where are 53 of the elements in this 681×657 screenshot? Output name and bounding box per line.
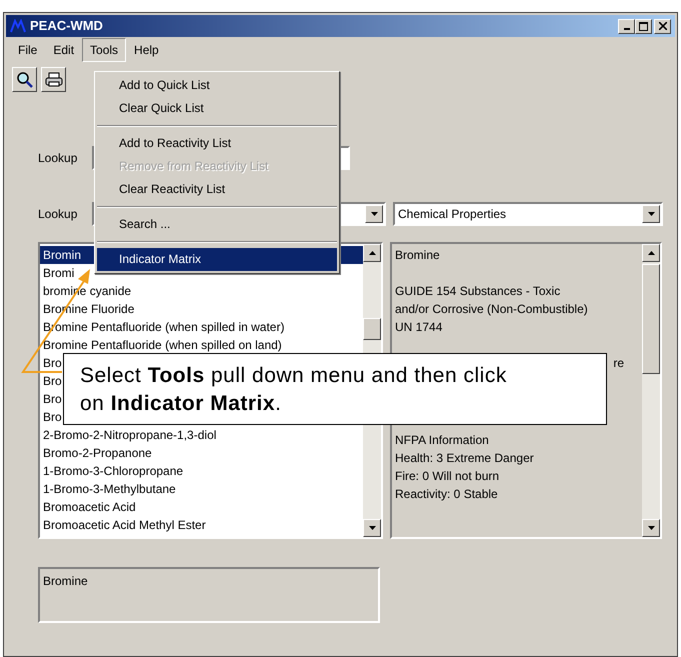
close-icon — [658, 22, 666, 30]
property-text: GUIDE 154 Substances - Toxic and/or Corrosive (Non-Combustible) UN 1744 — [394, 283, 589, 336]
maximize-button[interactable] — [635, 18, 652, 34]
dropdown-value: Chemical Properties — [398, 206, 506, 223]
list-item[interactable]: Bromoacetic Acid Methyl Ester — [40, 516, 363, 534]
menu-option[interactable]: Add to Quick List — [97, 74, 337, 97]
field-label: Lookup — [38, 206, 78, 223]
caret-icon — [648, 212, 654, 216]
window-title: PEAC-WMD — [30, 17, 103, 36]
field-label: Lookup — [38, 150, 78, 167]
menu-item[interactable]: File — [10, 38, 46, 62]
dropdown-button[interactable] — [365, 205, 383, 223]
menu-option[interactable]: Indicator Matrix — [97, 248, 337, 271]
scroll-up-button[interactable] — [363, 244, 381, 262]
list-item[interactable]: 1-Bromo-3-Methylbutane — [40, 480, 363, 498]
list-item[interactable]: Bromoacetic Acid — [40, 498, 363, 516]
property-text: Bromine — [394, 247, 441, 264]
dropdown-button[interactable] — [642, 205, 660, 223]
caret-icon — [370, 212, 378, 216]
list-item[interactable]: Bromine Pentafluoride (when spilled on land) — [40, 336, 363, 354]
name-box: Bromine — [38, 567, 380, 623]
caret-icon — [648, 251, 654, 255]
minimize-button[interactable] — [618, 18, 635, 34]
instruction-tooltip: Select Tools pull down menu and then click on Indicator Matrix. — [63, 353, 607, 425]
search-icon — [16, 70, 34, 88]
scroll-down-button[interactable] — [363, 519, 381, 537]
printer-icon — [44, 72, 62, 88]
caret-icon — [368, 251, 376, 255]
scroll-thumb[interactable] — [363, 318, 381, 340]
menu-option[interactable]: Search ... — [97, 213, 337, 236]
maximize-icon — [639, 22, 648, 30]
print-button[interactable] — [41, 67, 66, 92]
caret-icon — [368, 526, 376, 530]
scroll-down-button[interactable] — [642, 519, 660, 537]
text-fragment: re — [612, 355, 625, 372]
list-item[interactable]: Bromo-2-Propanone — [40, 444, 363, 462]
scrollbar[interactable] — [642, 244, 660, 537]
caret-icon — [648, 526, 654, 530]
list-item[interactable]: 1-Bromo-3-Chloropropane — [40, 462, 363, 480]
search-button[interactable] — [12, 67, 37, 92]
view-dropdown[interactable]: Chemical Properties — [393, 202, 663, 226]
scroll-up-button[interactable] — [642, 244, 660, 262]
menu-item[interactable]: Help — [126, 38, 167, 62]
menu-option[interactable]: Clear Quick List — [97, 97, 337, 120]
menu-item[interactable]: Tools — [82, 38, 126, 62]
menu-option[interactable]: Add to Reactivity List — [97, 132, 337, 155]
menu-option[interactable]: Clear Reactivity List — [97, 178, 337, 201]
app-icon — [10, 19, 26, 33]
list-item[interactable]: 2-Bromo-2-Nitropropane-1,3-diol — [40, 426, 363, 444]
menu-item[interactable]: Edit — [45, 38, 82, 62]
close-button[interactable] — [654, 18, 671, 34]
property-text: NFPA Information Health: 3 Extreme Danger Fire: 0 Will not burn Reactivity: 0 Stable — [394, 432, 535, 503]
scroll-thumb[interactable] — [642, 264, 660, 374]
